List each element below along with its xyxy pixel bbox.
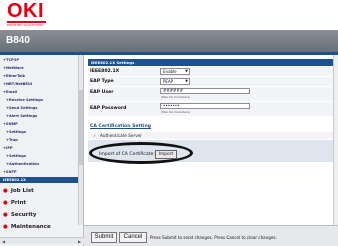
row-eap-type	[88, 77, 337, 86]
bullet-icon: ●	[3, 212, 8, 218]
sidebar-item-tcpip[interactable]: +TCP/IP	[3, 58, 19, 62]
chevron-down-icon: ▼	[185, 79, 188, 83]
sidebar-section-label: Maintenance	[10, 224, 51, 230]
sidebar-item-send-settings[interactable]: +Send Settings	[6, 106, 37, 110]
eap-type-label: EAP Type	[90, 79, 114, 84]
sidebar: +TCP/IP +NetWare +EtherTalk +NBT/NetBEUI…	[0, 55, 84, 246]
sidebar-section-job-list[interactable]: ● Job List	[3, 188, 34, 194]
sidebar-section-label: Security	[10, 212, 37, 218]
sidebar-section-label: Print	[10, 200, 26, 206]
chevron-down-icon: ▼	[185, 69, 188, 73]
scrollbar-thumb[interactable]	[79, 90, 83, 165]
sidebar-item-ethertalk[interactable]: +EtherTalk	[3, 74, 25, 78]
sidebar-section-security[interactable]: ● Security	[3, 212, 37, 218]
sidebar-item-authentication[interactable]: +Authentication	[6, 162, 39, 166]
sidebar-item-ieee8021x[interactable]: IEEE802.1X	[0, 177, 78, 183]
sidebar-section-maintenance[interactable]: ● Maintenance	[3, 224, 51, 230]
page-title: B840	[6, 35, 30, 46]
sidebar-item-snmp[interactable]: +SNMP	[3, 122, 18, 126]
main-content: IEEE802.1X Settings IEEE802.1X Enable ▼ E…	[86, 55, 338, 225]
import-ca-label: Import of CA Certificate:	[99, 152, 155, 157]
sidebar-item-snmp-settings[interactable]: +Settings	[6, 130, 26, 134]
submit-button[interactable]: Submit	[91, 232, 117, 243]
bullet-icon: ●	[3, 188, 8, 194]
authenticate-server-checkbox[interactable]: ✓	[93, 133, 98, 138]
ca-certification-setting-link[interactable]: CA Certification Setting	[90, 124, 151, 129]
eap-user-field[interactable]: ######	[160, 88, 250, 94]
import-button[interactable]: Import	[155, 150, 177, 159]
sidebar-item-alert-settings[interactable]: +Alert Settings	[6, 114, 37, 118]
eap-user-label: EAP User	[90, 90, 114, 95]
logo-tagline: PRINTING SOLUTIONS	[7, 23, 44, 27]
eap-type-select[interactable]: PEAP ▼	[160, 78, 190, 85]
sidebar-section-print[interactable]: ● Print	[3, 200, 26, 206]
cancel-button[interactable]: Cancel	[119, 232, 147, 243]
bullet-icon: ●	[3, 224, 8, 230]
sidebar-item-netware[interactable]: +NetWare	[3, 66, 24, 70]
footer-bar: Submit Cancel Press Submit to send chang…	[84, 225, 338, 246]
scroll-right-icon[interactable]: ▶	[78, 239, 81, 244]
sidebar-item-trap[interactable]: +Trap	[6, 138, 18, 142]
sidebar-item-ipp-settings[interactable]: +Settings	[6, 154, 26, 158]
sidebar-item-sntp[interactable]: +SNTP	[3, 170, 17, 174]
row-ieee8021x	[88, 67, 337, 76]
authenticate-server-label: Authenticate Server	[100, 133, 142, 138]
sidebar-item-email[interactable]: +Email	[3, 90, 17, 94]
section-header: IEEE802.1X Settings	[88, 59, 337, 66]
select-value: PEAP	[163, 79, 174, 84]
sidebar-item-ipp[interactable]: +IPP	[3, 146, 13, 150]
eap-password-hint: (Max 64 characters)	[161, 110, 191, 114]
sidebar-section-label: Job List	[10, 188, 34, 194]
bullet-icon: ●	[3, 200, 8, 206]
scroll-left-icon[interactable]: ◀	[2, 239, 5, 244]
select-value: Enable	[163, 69, 177, 74]
sidebar-vertical-scrollbar[interactable]	[78, 55, 83, 225]
ieee8021x-select[interactable]: Enable ▼	[160, 68, 190, 75]
eap-password-label: EAP Password	[90, 106, 127, 111]
ieee8021x-label: IEEE802.1X	[90, 69, 120, 74]
eap-password-field[interactable]: •••••••	[160, 103, 250, 109]
model-bar: B840	[0, 30, 338, 52]
eap-user-hint: (Max 64 characters)	[161, 95, 191, 99]
footer-message: Press Submit to send changes. Press Canc…	[150, 235, 277, 240]
sidebar-horizontal-scrollbar[interactable]: ◀ ▶	[0, 237, 84, 244]
sidebar-item-nbt-netbeui[interactable]: +NBT/NetBEUI	[3, 82, 32, 86]
oki-logo: OKI	[7, 0, 45, 22]
content-vertical-scrollbar[interactable]	[333, 55, 338, 225]
header: OKI PRINTING SOLUTIONS	[0, 0, 338, 30]
sidebar-item-receive-settings[interactable]: +Receive Settings	[6, 98, 43, 102]
